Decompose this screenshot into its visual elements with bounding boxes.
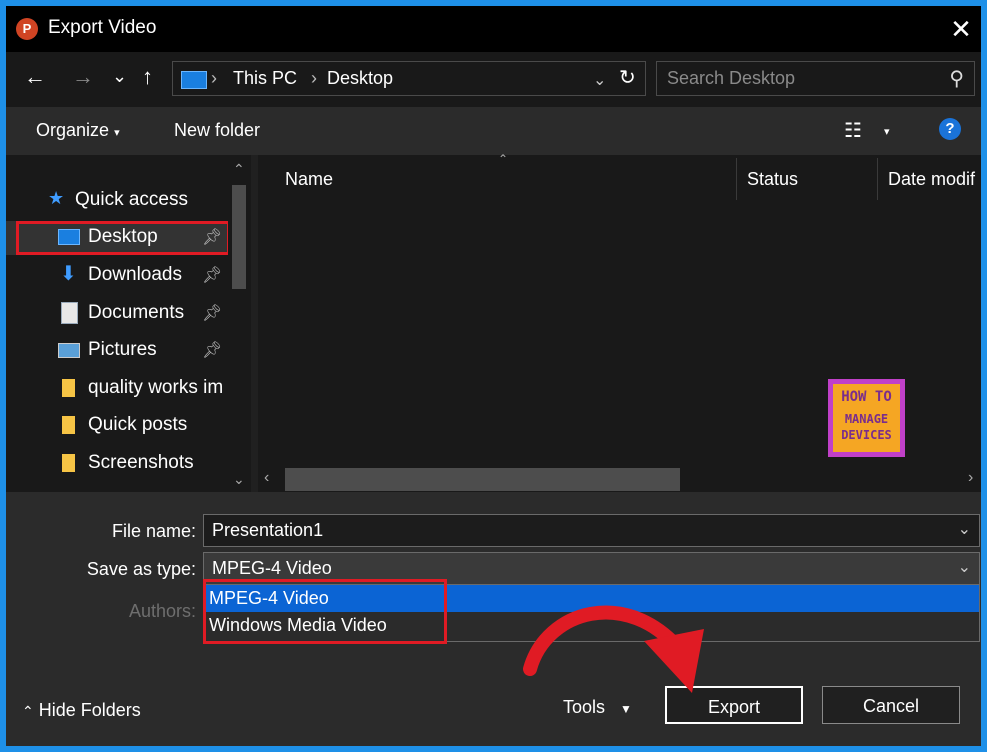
address-dropdown-icon[interactable]: ⌄ xyxy=(593,70,606,90)
sidebar-item-label: Pictures xyxy=(88,339,157,360)
forward-button[interactable]: → xyxy=(72,64,94,90)
sidebar-item-documents[interactable]: Documents 📌︎ xyxy=(6,297,228,331)
sidebar-item-screenshots[interactable]: Screenshots xyxy=(6,447,228,481)
address-bar[interactable]: › This PC › Desktop ⌄ ↻ xyxy=(172,61,646,96)
scroll-down-icon[interactable]: ⌄ xyxy=(233,471,245,488)
back-button[interactable]: ← xyxy=(24,64,46,90)
sidebar-item-quick-access[interactable]: ★ Quick access xyxy=(6,184,228,218)
save-as-type-label: Save as type: xyxy=(86,559,196,579)
sidebar-item-label: Quick access xyxy=(75,189,188,210)
search-icon[interactable]: ⚲ xyxy=(949,66,964,91)
help-icon[interactable]: ? xyxy=(939,118,961,140)
column-header-name[interactable]: Name xyxy=(285,169,333,190)
hide-folders-button[interactable]: ⌃ Hide Folders xyxy=(22,700,141,721)
sidebar-item-label: Downloads xyxy=(88,264,182,285)
powerpoint-icon: P xyxy=(16,18,38,40)
breadcrumb-desktop[interactable]: Desktop xyxy=(327,68,393,89)
sort-ascending-icon: ⌃ xyxy=(498,152,509,166)
sidebar-item-pictures[interactable]: Pictures 📌︎ xyxy=(6,334,228,368)
search-input[interactable]: Search Desktop xyxy=(667,68,795,89)
pictures-icon xyxy=(58,343,80,358)
folder-icon xyxy=(62,379,75,397)
pin-icon[interactable]: 📌︎ xyxy=(202,265,222,285)
document-icon xyxy=(61,302,78,324)
recent-locations-button[interactable]: ⌄ xyxy=(112,66,127,87)
scroll-up-icon[interactable]: ⌃ xyxy=(233,161,245,178)
column-divider[interactable] xyxy=(736,158,737,200)
horizontal-scroll-thumb[interactable] xyxy=(285,468,680,491)
download-arrow-icon: ⬇ xyxy=(60,263,77,285)
options-highlight-box xyxy=(203,579,447,644)
column-header-date-modified[interactable]: Date modif xyxy=(888,169,975,190)
sidebar-item-downloads[interactable]: ⬇ Downloads 📌︎ xyxy=(6,259,228,293)
sidebar-item-label: quality works im xyxy=(88,377,224,398)
organize-button[interactable]: Organize ▾ xyxy=(36,120,120,141)
export-video-dialog: P Export Video ✕ ← → ⌄ ↑ › This PC › Des… xyxy=(6,6,981,746)
chevron-down-icon[interactable]: ▾ xyxy=(884,125,890,138)
desktop-highlight-box xyxy=(16,221,230,255)
view-options-icon[interactable]: ☷ xyxy=(844,118,862,143)
organize-label: Organize xyxy=(36,120,110,140)
command-bar xyxy=(6,107,981,155)
logo-line-1: HOW TO xyxy=(841,389,892,405)
authors-label: Authors: xyxy=(128,601,196,621)
sidebar-item-label: Screenshots xyxy=(88,452,194,473)
cancel-button[interactable]: Cancel xyxy=(822,686,960,724)
file-name-label: File name: xyxy=(111,521,196,541)
column-header-status[interactable]: Status xyxy=(747,169,798,190)
scroll-left-icon[interactable]: ‹ xyxy=(264,469,269,487)
this-pc-icon xyxy=(181,71,207,89)
file-name-field[interactable]: Presentation1 ⌄ xyxy=(203,514,980,547)
sidebar-scroll-thumb[interactable] xyxy=(232,185,246,289)
chevron-up-icon: ⌃ xyxy=(22,703,34,719)
sidebar-item-label: Documents xyxy=(88,302,185,323)
sidebar-item-label: Quick posts xyxy=(88,414,188,435)
annotation-arrow-icon xyxy=(523,605,704,693)
folder-icon xyxy=(62,416,75,434)
logo-line-2: MANAGE xyxy=(844,412,889,426)
close-button[interactable]: ✕ xyxy=(946,12,976,46)
chevron-right-icon: › xyxy=(211,68,217,88)
refresh-icon[interactable]: ↻ xyxy=(619,65,636,90)
file-name-value: Presentation1 xyxy=(212,520,324,540)
chevron-down-icon[interactable]: ⌄ xyxy=(958,557,971,577)
chevron-down-icon[interactable]: ⌄ xyxy=(958,519,971,539)
breadcrumb-this-pc[interactable]: This PC xyxy=(233,68,297,89)
how-to-manage-devices-logo: HOW TO MANAGE DEVICES xyxy=(828,379,905,457)
logo-line-3: DEVICES xyxy=(841,428,892,442)
sidebar-item-quality-works[interactable]: quality works im xyxy=(6,372,228,406)
window-title: Export Video xyxy=(48,17,157,38)
pin-icon[interactable]: 📌︎ xyxy=(202,303,222,323)
star-icon: ★ xyxy=(48,188,65,208)
scroll-right-icon[interactable]: › xyxy=(968,469,973,487)
chevron-right-icon: › xyxy=(311,68,317,88)
folder-icon xyxy=(62,454,75,472)
pin-icon[interactable]: 📌︎ xyxy=(202,340,222,360)
up-button[interactable]: ↑ xyxy=(142,64,153,90)
hide-folders-label: Hide Folders xyxy=(38,700,141,720)
save-as-type-value: MPEG-4 Video xyxy=(212,558,332,578)
chevron-down-icon: ▾ xyxy=(114,127,120,139)
column-divider[interactable] xyxy=(877,158,878,200)
search-box[interactable]: Search Desktop ⚲ xyxy=(656,61,975,96)
new-folder-button[interactable]: New folder xyxy=(174,120,260,141)
sidebar-item-quick-posts[interactable]: Quick posts xyxy=(6,409,228,443)
